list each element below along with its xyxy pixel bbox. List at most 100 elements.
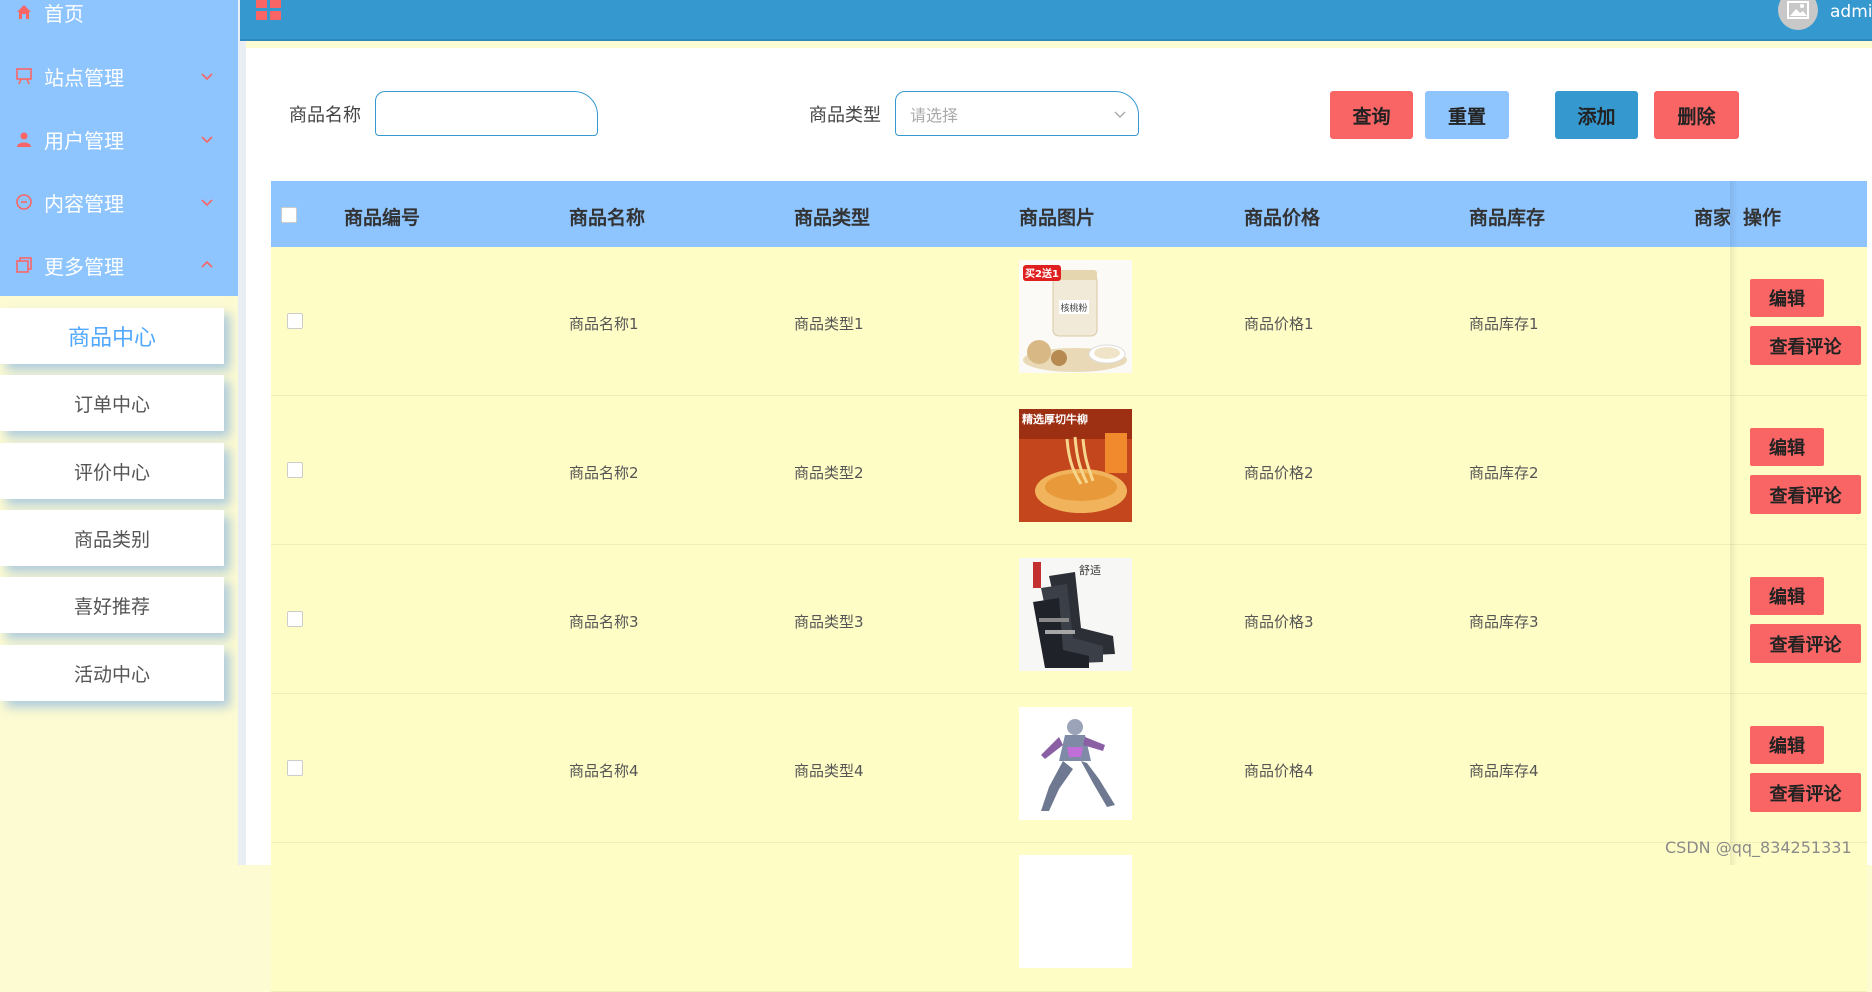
- product-type-select[interactable]: 请选择: [895, 91, 1139, 136]
- product-name-input[interactable]: [375, 91, 598, 136]
- sub-item-order-center[interactable]: 订单中心: [0, 375, 224, 431]
- chevron-down-icon: [201, 136, 213, 144]
- product-badge: 买2送1: [1025, 267, 1059, 280]
- topbar: admin: [240, 0, 1872, 41]
- row-checkbox[interactable]: [287, 462, 303, 478]
- nav-item-users[interactable]: 用户管理: [0, 119, 238, 159]
- product-type-placeholder: 请选择: [910, 105, 959, 125]
- table-row: 商品名称4 商品类型4 商品价格4 商品库存4 编辑 查看评论: [271, 694, 1867, 843]
- sub-item-label: 活动中心: [73, 663, 150, 686]
- cell-name: 商品名称4: [569, 762, 639, 780]
- row-checkbox[interactable]: [287, 611, 303, 627]
- edit-button[interactable]: 编辑: [1750, 279, 1824, 317]
- table-row: 商品名称2 商品类型2 精选厚切牛柳 商品价格2 商品库存2 编辑 查看评论: [271, 396, 1867, 545]
- cell-type: 商品类型1: [794, 315, 864, 333]
- edit-button[interactable]: 编辑: [1750, 428, 1824, 466]
- easel-icon: [14, 66, 34, 86]
- reset-button[interactable]: 重置: [1425, 91, 1509, 139]
- product-table: 商品编号 商品名称 商品类型 商品图片 商品价格 商品库存 商家 操作 商品名称…: [271, 181, 1867, 992]
- nav-item-home[interactable]: 首页: [0, 0, 238, 32]
- nav-label: 用户管理: [44, 128, 124, 153]
- home-icon: [14, 2, 34, 22]
- image-icon: [1787, 1, 1809, 19]
- menu-grid-icon[interactable]: [256, 0, 282, 22]
- col-header-stock[interactable]: 商品库存: [1469, 203, 1545, 230]
- product-image: [1019, 855, 1132, 968]
- delete-button[interactable]: 删除: [1654, 91, 1739, 139]
- view-comments-button[interactable]: 查看评论: [1750, 773, 1861, 812]
- sub-item-label: 评价中心: [73, 461, 150, 484]
- cell-stock: 商品库存3: [1469, 613, 1539, 631]
- nav-label: 更多管理: [44, 254, 124, 279]
- select-all-checkbox[interactable]: [281, 207, 297, 223]
- sub-item-label: 喜好推荐: [73, 595, 150, 618]
- col-header-image[interactable]: 商品图片: [1019, 203, 1095, 230]
- sidebar: 首页 站点管理 用户管理 内容管理 更多管理 商品中心 订单中心 评价中心 商品…: [0, 0, 238, 865]
- cell-price: 商品价格1: [1244, 315, 1314, 333]
- chevron-down-icon: [201, 73, 213, 81]
- add-button[interactable]: 添加: [1555, 91, 1638, 139]
- product-image: 核桃粉 买2送1: [1019, 260, 1132, 373]
- cell-name: 商品名称2: [569, 464, 639, 482]
- product-badge: 舒适: [1079, 563, 1101, 577]
- product-image: [1019, 707, 1132, 820]
- product-image: 舒适: [1019, 558, 1132, 671]
- username[interactable]: admin: [1830, 2, 1872, 22]
- table-row: [271, 843, 1867, 992]
- col-header-merchant[interactable]: 商家: [1694, 203, 1730, 230]
- view-comments-button[interactable]: 查看评论: [1750, 475, 1861, 514]
- cell-stock: 商品库存2: [1469, 464, 1539, 482]
- chevron-down-icon: [201, 199, 213, 207]
- sub-item-product-category[interactable]: 商品类别: [0, 510, 224, 566]
- col-header-actions: 操作: [1743, 207, 1782, 229]
- view-comments-button[interactable]: 查看评论: [1750, 326, 1861, 365]
- cell-price: 商品价格3: [1244, 613, 1314, 631]
- cell-name: 商品名称3: [569, 613, 639, 631]
- row-checkbox[interactable]: [287, 313, 303, 329]
- nav-label: 首页: [44, 1, 84, 26]
- user-icon: [14, 129, 34, 149]
- sub-item-label: 商品类别: [73, 528, 150, 551]
- avatar[interactable]: [1778, 0, 1818, 30]
- sub-item-review-center[interactable]: 评价中心: [0, 443, 224, 499]
- sub-item-recommend[interactable]: 喜好推荐: [0, 577, 224, 633]
- view-comments-button[interactable]: 查看评论: [1750, 624, 1861, 663]
- sub-item-activity-center[interactable]: 活动中心: [0, 645, 224, 701]
- product-name-label: 商品名称: [289, 105, 361, 126]
- nav-item-content[interactable]: 内容管理: [0, 182, 238, 222]
- edit-button[interactable]: 编辑: [1750, 726, 1824, 764]
- fixed-column-shadow: [1730, 181, 1738, 865]
- cell-type: 商品类型3: [794, 613, 864, 631]
- cell-price: 商品价格2: [1244, 464, 1314, 482]
- watermark: CSDN @qq_834251331: [1665, 838, 1852, 857]
- cell-price: 商品价格4: [1244, 762, 1314, 780]
- nav-item-more[interactable]: 更多管理: [0, 245, 238, 285]
- col-header-price[interactable]: 商品价格: [1244, 203, 1320, 230]
- nav-label: 内容管理: [44, 191, 124, 216]
- col-header-type[interactable]: 商品类型: [794, 203, 870, 230]
- row-checkbox[interactable]: [287, 760, 303, 776]
- chevron-down-icon: [1114, 111, 1126, 118]
- table-row: 商品名称1 商品类型1 核桃粉 买2送1 商品价格1 商品库存1 编辑 查看评论: [271, 247, 1867, 396]
- cell-stock: 商品库存1: [1469, 315, 1539, 333]
- table-row: 商品名称3 商品类型3 舒适 商品价格3 商品库存3 编辑 查看评论: [271, 545, 1867, 694]
- sub-item-label: 订单中心: [73, 393, 150, 416]
- col-header-name[interactable]: 商品名称: [569, 203, 645, 230]
- table-header: 商品编号 商品名称 商品类型 商品图片 商品价格 商品库存 商家 操作: [271, 181, 1867, 247]
- edit-button[interactable]: 编辑: [1750, 577, 1824, 615]
- nav-item-site[interactable]: 站点管理: [0, 56, 238, 96]
- product-badge: 精选厚切牛柳: [1022, 412, 1088, 426]
- cell-name: 商品名称1: [569, 315, 639, 333]
- sub-item-product-center[interactable]: 商品中心: [0, 308, 224, 364]
- product-type-label: 商品类型: [809, 105, 881, 126]
- col-header-id[interactable]: 商品编号: [344, 203, 420, 230]
- cell-type: 商品类型2: [794, 464, 864, 482]
- svg-text:核桃粉: 核桃粉: [1060, 302, 1087, 314]
- nav-label: 站点管理: [44, 65, 124, 90]
- sidebar-divider: [238, 0, 246, 865]
- copy-icon: [14, 255, 34, 275]
- sidebar-menu: 首页 站点管理 用户管理 内容管理 更多管理: [0, 0, 238, 296]
- query-button[interactable]: 查询: [1330, 91, 1413, 139]
- cell-type: 商品类型4: [794, 762, 864, 780]
- sub-item-label: 商品中心: [67, 326, 156, 351]
